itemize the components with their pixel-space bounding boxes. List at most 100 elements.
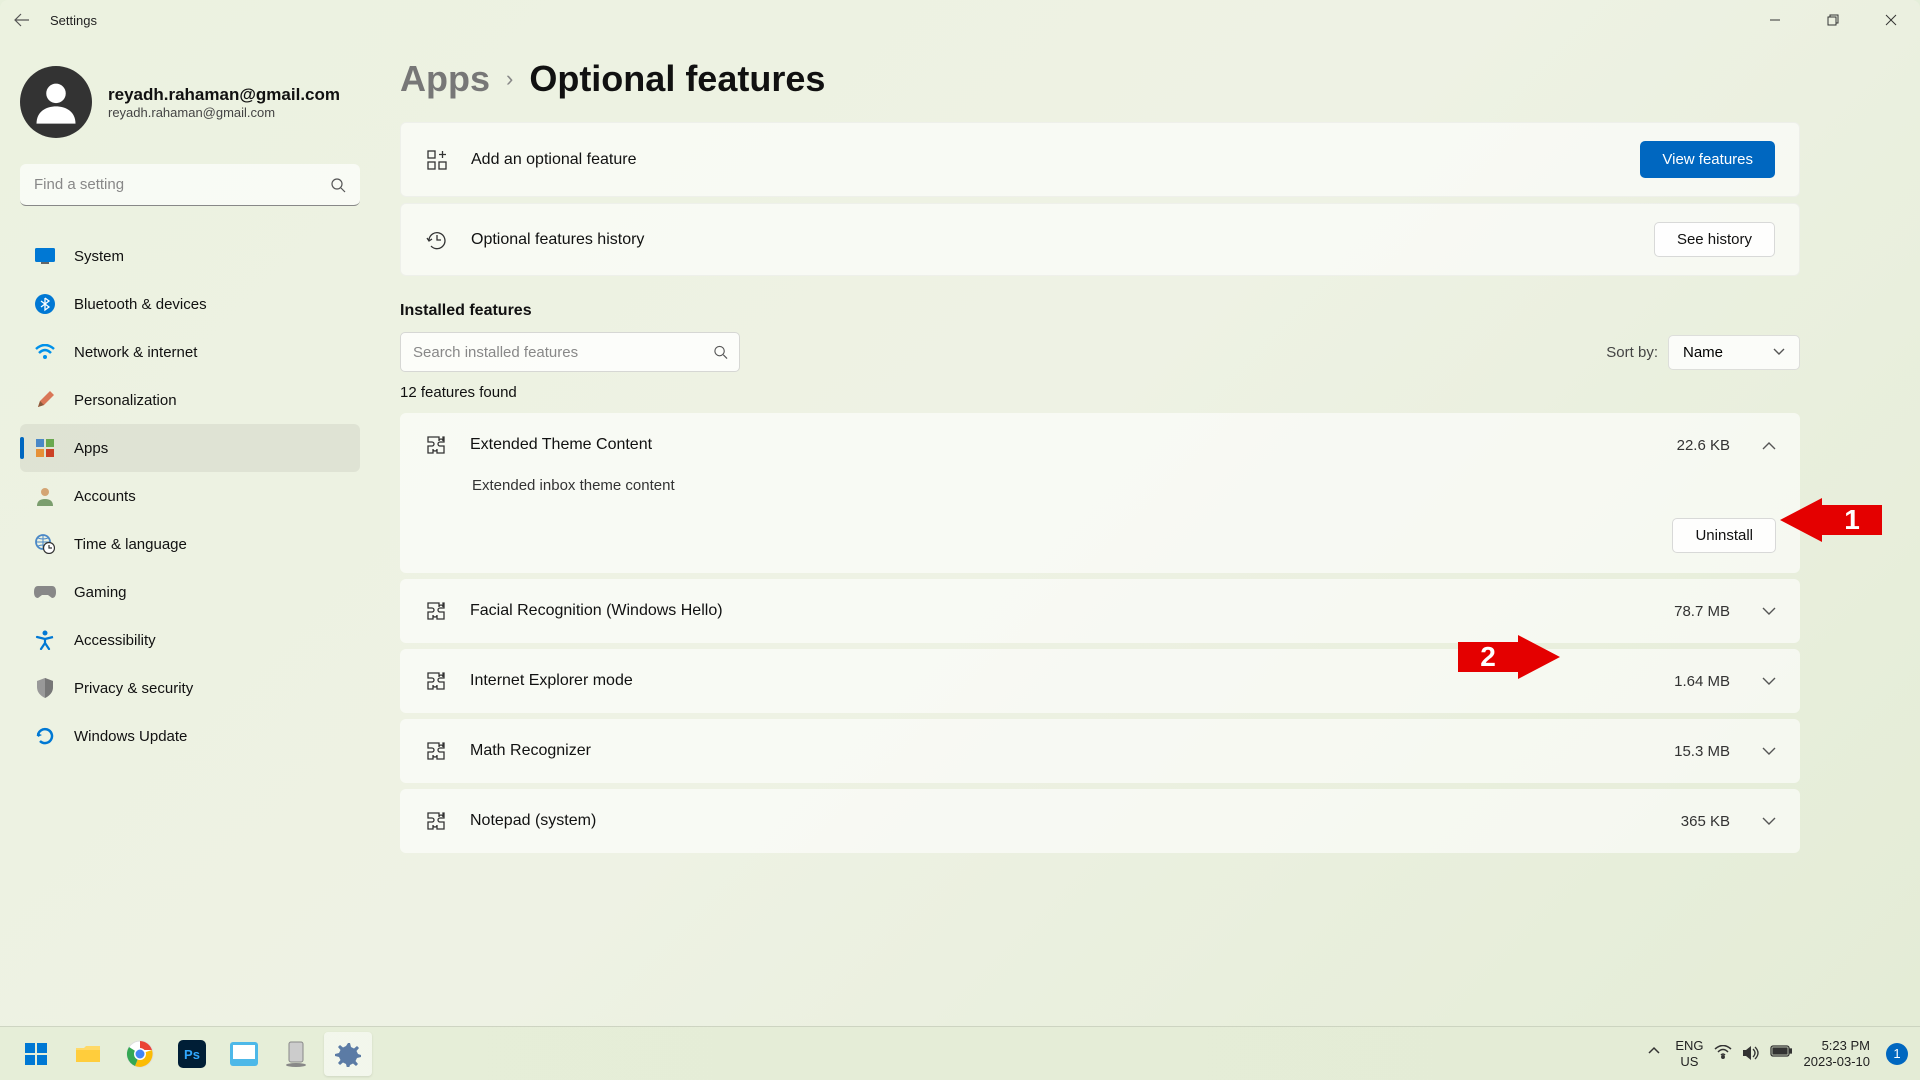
nav-system[interactable]: System bbox=[20, 232, 360, 280]
feature-item-expanded: Extended Theme Content 22.6 KB Extended … bbox=[400, 413, 1800, 573]
gamepad-icon bbox=[34, 581, 56, 603]
puzzle-icon bbox=[424, 433, 448, 457]
clock[interactable]: 5:23 PM2023-03-10 bbox=[1804, 1038, 1871, 1069]
chevron-down-icon bbox=[1762, 677, 1776, 686]
nav-network[interactable]: Network & internet bbox=[20, 328, 360, 376]
feature-item: Facial Recognition (Windows Hello) 78.7 … bbox=[400, 579, 1800, 643]
brush-icon bbox=[34, 389, 56, 411]
feature-size: 365 KB bbox=[1681, 813, 1730, 830]
sort-select[interactable]: Name bbox=[1668, 335, 1800, 370]
nav-apps[interactable]: Apps bbox=[20, 424, 360, 472]
start-button[interactable] bbox=[12, 1032, 60, 1076]
app-icon[interactable] bbox=[272, 1032, 320, 1076]
nav-time[interactable]: Time & language bbox=[20, 520, 360, 568]
search-icon bbox=[330, 177, 346, 193]
nav-update[interactable]: Windows Update bbox=[20, 712, 360, 760]
accessibility-icon bbox=[34, 629, 56, 651]
explorer-icon[interactable] bbox=[64, 1032, 112, 1076]
nav-personalization[interactable]: Personalization bbox=[20, 376, 360, 424]
nav-accounts[interactable]: Accounts bbox=[20, 472, 360, 520]
installed-title: Installed features bbox=[400, 302, 1800, 320]
nav-accessibility[interactable]: Accessibility bbox=[20, 616, 360, 664]
feature-name: Facial Recognition (Windows Hello) bbox=[470, 602, 1652, 620]
feature-row[interactable]: Extended Theme Content 22.6 KB bbox=[400, 413, 1800, 477]
search-input[interactable] bbox=[20, 164, 360, 206]
breadcrumb-parent[interactable]: Apps bbox=[400, 58, 490, 100]
user-profile[interactable]: reyadh.rahaman@gmail.com reyadh.rahaman@… bbox=[20, 66, 360, 138]
puzzle-icon bbox=[424, 739, 448, 763]
feature-size: 15.3 MB bbox=[1674, 743, 1730, 760]
puzzle-icon bbox=[424, 809, 448, 833]
view-features-button[interactable]: View features bbox=[1640, 141, 1775, 178]
battery-tray-icon[interactable] bbox=[1770, 1045, 1788, 1063]
close-button[interactable] bbox=[1862, 0, 1920, 40]
chevron-right-icon: › bbox=[506, 66, 513, 92]
feature-item: Internet Explorer mode 1.64 MB bbox=[400, 649, 1800, 713]
add-grid-icon bbox=[425, 148, 449, 172]
add-feature-label: Add an optional feature bbox=[471, 151, 1618, 169]
see-history-button[interactable]: See history bbox=[1654, 222, 1775, 257]
chevron-down-icon bbox=[1773, 348, 1785, 356]
puzzle-icon bbox=[424, 599, 448, 623]
feature-description: Extended inbox theme content bbox=[472, 477, 1776, 494]
tray-chevron-icon[interactable] bbox=[1647, 1045, 1665, 1063]
language-indicator[interactable]: ENGUS bbox=[1675, 1038, 1703, 1069]
titlebar: Settings bbox=[0, 0, 1920, 40]
photoshop-icon[interactable]: Ps bbox=[168, 1032, 216, 1076]
nav-list: System Bluetooth & devices Network & int… bbox=[20, 232, 360, 760]
taskbar: Ps ENGUS 5:23 PM2023-03-10 1 bbox=[0, 1026, 1920, 1080]
feature-item: Math Recognizer 15.3 MB bbox=[400, 719, 1800, 783]
chevron-down-icon bbox=[1762, 607, 1776, 616]
uninstall-button[interactable]: Uninstall bbox=[1672, 518, 1776, 553]
chrome-icon[interactable] bbox=[116, 1032, 164, 1076]
sort-label: Sort by: bbox=[1606, 344, 1658, 361]
window-title: Settings bbox=[50, 13, 97, 28]
user-email: reyadh.rahaman@gmail.com bbox=[108, 105, 340, 120]
installed-search-input[interactable] bbox=[400, 332, 740, 372]
shield-icon bbox=[34, 677, 56, 699]
bluetooth-icon bbox=[34, 293, 56, 315]
breadcrumb-current: Optional features bbox=[529, 58, 825, 100]
feature-name: Internet Explorer mode bbox=[470, 672, 1652, 690]
app-icon[interactable] bbox=[220, 1032, 268, 1076]
history-label: Optional features history bbox=[471, 231, 1632, 249]
nav-bluetooth[interactable]: Bluetooth & devices bbox=[20, 280, 360, 328]
apps-icon bbox=[34, 437, 56, 459]
history-icon bbox=[425, 228, 449, 252]
feature-name: Notepad (system) bbox=[470, 812, 1659, 830]
globe-clock-icon bbox=[34, 533, 56, 555]
feature-row[interactable]: Facial Recognition (Windows Hello) 78.7 … bbox=[400, 579, 1800, 643]
feature-row[interactable]: Notepad (system) 365 KB bbox=[400, 789, 1800, 853]
nav-gaming[interactable]: Gaming bbox=[20, 568, 360, 616]
feature-size: 22.6 KB bbox=[1677, 437, 1730, 454]
feature-row[interactable]: Internet Explorer mode 1.64 MB bbox=[400, 649, 1800, 713]
maximize-button[interactable] bbox=[1804, 0, 1862, 40]
installed-search[interactable] bbox=[400, 332, 740, 372]
sidebar: reyadh.rahaman@gmail.com reyadh.rahaman@… bbox=[0, 40, 380, 1026]
chevron-up-icon bbox=[1762, 441, 1776, 450]
history-card: Optional features history See history bbox=[400, 203, 1800, 276]
nav-privacy[interactable]: Privacy & security bbox=[20, 664, 360, 712]
feature-name: Extended Theme Content bbox=[470, 436, 1655, 454]
update-icon bbox=[34, 725, 56, 747]
settings-search[interactable] bbox=[20, 164, 360, 206]
notification-badge[interactable]: 1 bbox=[1886, 1043, 1908, 1065]
volume-tray-icon[interactable] bbox=[1742, 1045, 1760, 1063]
breadcrumb: Apps › Optional features bbox=[400, 58, 1800, 100]
wifi-tray-icon[interactable] bbox=[1714, 1045, 1732, 1063]
search-icon bbox=[713, 345, 728, 360]
add-feature-card: Add an optional feature View features bbox=[400, 122, 1800, 197]
user-name: reyadh.rahaman@gmail.com bbox=[108, 85, 340, 105]
feature-size: 78.7 MB bbox=[1674, 603, 1730, 620]
back-button[interactable] bbox=[12, 10, 32, 30]
feature-row[interactable]: Math Recognizer 15.3 MB bbox=[400, 719, 1800, 783]
main-content: Apps › Optional features Add an optional… bbox=[380, 40, 1920, 1026]
settings-icon[interactable] bbox=[324, 1032, 372, 1076]
feature-item: Notepad (system) 365 KB bbox=[400, 789, 1800, 853]
chevron-down-icon bbox=[1762, 747, 1776, 756]
system-icon bbox=[34, 245, 56, 267]
minimize-button[interactable] bbox=[1746, 0, 1804, 40]
feature-name: Math Recognizer bbox=[470, 742, 1652, 760]
wifi-icon bbox=[34, 341, 56, 363]
feature-size: 1.64 MB bbox=[1674, 673, 1730, 690]
